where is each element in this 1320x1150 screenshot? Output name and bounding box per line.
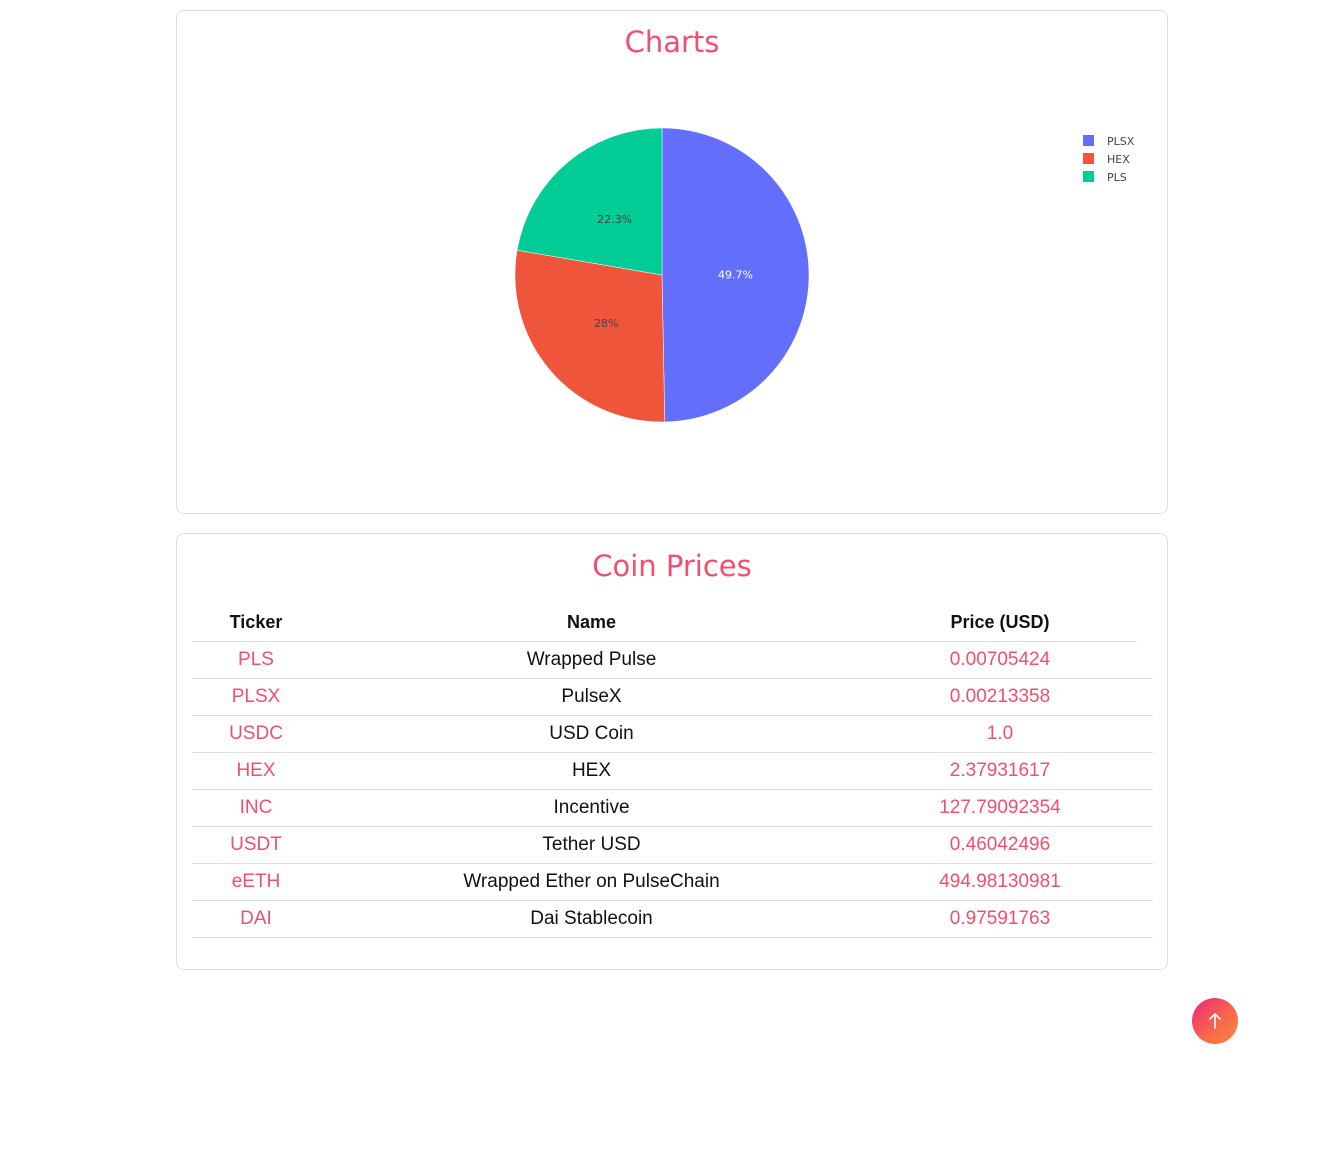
- cell-ticker: eETH: [192, 863, 320, 901]
- cell-price: 0.00213358: [863, 678, 1137, 716]
- column-header-spacer: [1137, 604, 1153, 642]
- cell-ticker: INC: [192, 789, 320, 827]
- table-row: HEX HEX 2.37931617: [192, 752, 1153, 790]
- scroll-to-top-button[interactable]: [1192, 998, 1238, 1044]
- table-row: USDC USD Coin 1.0: [192, 715, 1153, 753]
- legend-item-pls[interactable]: PLS: [1083, 171, 1127, 184]
- cell-ticker: DAI: [192, 900, 320, 938]
- cell-spacer: [1137, 752, 1153, 790]
- legend-label: PLS: [1107, 171, 1127, 184]
- cell-spacer: [1137, 863, 1153, 901]
- cell-price: 127.79092354: [863, 789, 1137, 827]
- cell-name: Tether USD: [320, 826, 863, 864]
- table-row: PLS Wrapped Pulse 0.00705424: [192, 641, 1153, 679]
- coin-prices-title: Coin Prices: [592, 549, 752, 583]
- cell-name: USD Coin: [320, 715, 863, 753]
- legend-swatch: [1083, 171, 1094, 182]
- cell-spacer: [1137, 678, 1153, 716]
- table-row: DAI Dai Stablecoin 0.97591763: [192, 900, 1153, 938]
- cell-ticker: USDC: [192, 715, 320, 753]
- cell-price: 0.97591763: [863, 900, 1137, 938]
- column-header-name: Name: [320, 604, 863, 642]
- cell-price: 0.46042496: [863, 826, 1137, 864]
- cell-name: Wrapped Ether on PulseChain: [320, 863, 863, 901]
- charts-card: Charts 49.7% 28% 22.3% PLSX HEX PLS: [176, 10, 1168, 514]
- cell-price: 494.98130981: [863, 863, 1137, 901]
- cell-ticker: PLS: [192, 641, 320, 679]
- table-row: USDT Tether USD 0.46042496: [192, 826, 1153, 864]
- table-row: PLSX PulseX 0.00213358: [192, 678, 1153, 716]
- pie-slice-label: 49.7%: [718, 268, 753, 281]
- cell-ticker: PLSX: [192, 678, 320, 716]
- legend-label: HEX: [1107, 153, 1130, 166]
- cell-spacer: [1137, 900, 1153, 938]
- cell-name: Wrapped Pulse: [320, 641, 863, 679]
- cell-ticker: USDT: [192, 826, 320, 864]
- cell-name: Dai Stablecoin: [320, 900, 863, 938]
- cell-price: 2.37931617: [863, 752, 1137, 790]
- legend-item-plsx[interactable]: PLSX: [1083, 135, 1135, 148]
- pie-slice-label: 22.3%: [597, 213, 632, 226]
- cell-ticker: HEX: [192, 752, 320, 790]
- table-row: INC Incentive 127.79092354: [192, 789, 1153, 827]
- cell-spacer: [1137, 826, 1153, 864]
- arrow-up-icon: [1209, 1013, 1221, 1029]
- cell-name: HEX: [320, 752, 863, 790]
- legend-item-hex[interactable]: HEX: [1083, 153, 1130, 166]
- pie-slice-hex[interactable]: [514, 249, 666, 423]
- cell-name: Incentive: [320, 789, 863, 827]
- legend-swatch: [1083, 135, 1094, 146]
- table-body: PLS Wrapped Pulse 0.00705424 PLSX PulseX 0.00…: [192, 641, 1153, 938]
- pie-chart: 49.7% 28% 22.3% PLSX HEX PLS: [514, 127, 1135, 423]
- cell-name: PulseX: [320, 678, 863, 716]
- column-header-price: Price (USD): [863, 604, 1137, 642]
- cell-spacer: [1137, 715, 1153, 753]
- legend-swatch: [1083, 153, 1094, 164]
- table-row: eETH Wrapped Ether on PulseChain 494.98130…: [192, 863, 1153, 901]
- cell-price: 1.0: [863, 715, 1137, 753]
- pie-slice-label: 28%: [594, 317, 618, 330]
- coin-prices-card: Coin Prices Ticker Name Price (USD) PLS W…: [176, 533, 1168, 970]
- cell-price: 0.00705424: [863, 641, 1137, 679]
- cell-spacer: [1137, 641, 1153, 679]
- column-header-ticker: Ticker: [192, 604, 320, 642]
- cell-spacer: [1137, 789, 1153, 827]
- coin-prices-table: Ticker Name Price (USD) PLS Wrapped Pulse…: [192, 604, 1153, 938]
- table-header-row: Ticker Name Price (USD): [192, 604, 1153, 642]
- pie-slice-pls[interactable]: [516, 127, 663, 276]
- legend-label: PLSX: [1107, 135, 1135, 148]
